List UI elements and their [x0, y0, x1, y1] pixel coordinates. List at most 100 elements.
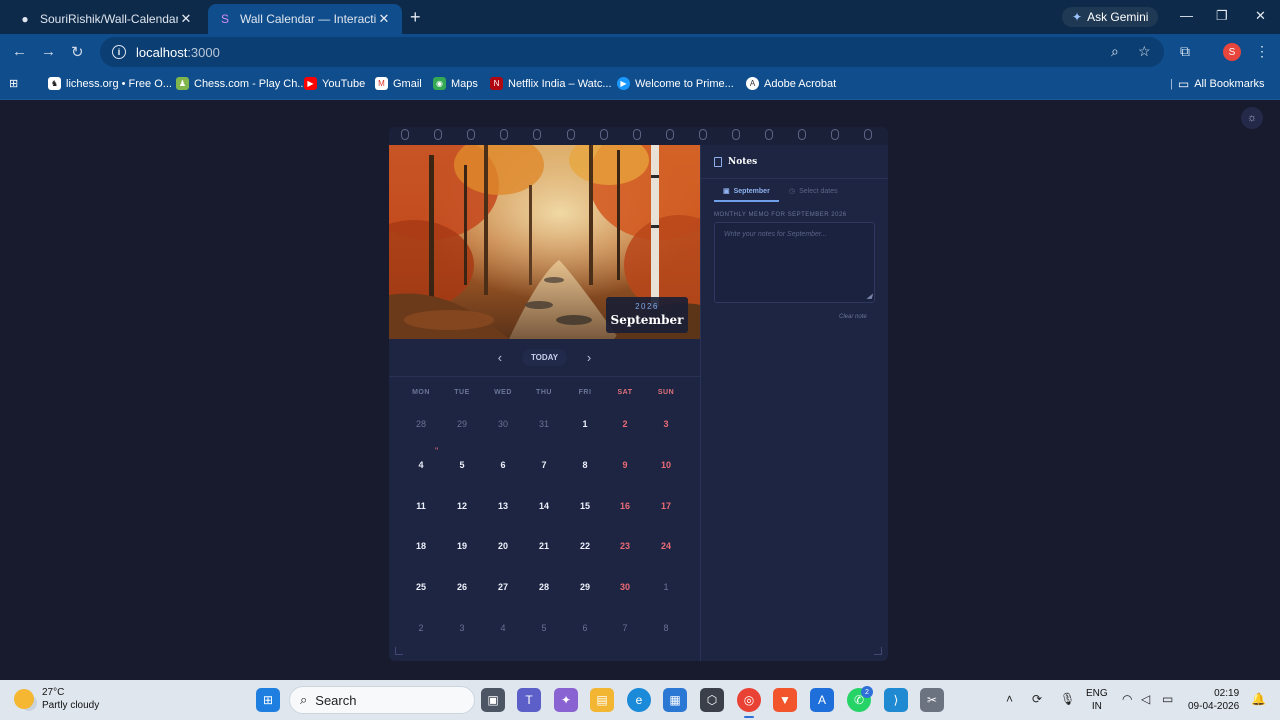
back-icon[interactable]: ←: [12, 43, 27, 60]
day-cell[interactable]: 14: [524, 501, 564, 511]
windows-start-icon[interactable]: ⊞: [256, 688, 280, 712]
bookmark-prime[interactable]: ▶ Welcome to Prime...: [617, 77, 734, 90]
day-cell[interactable]: 26: [442, 582, 482, 592]
bookmark-youtube[interactable]: ▶ YouTube: [304, 77, 365, 90]
day-cell[interactable]: 8: [646, 623, 686, 633]
file-explorer-icon[interactable]: ▤: [590, 688, 614, 712]
ask-gemini-button[interactable]: ✦ Ask Gemini: [1062, 7, 1159, 27]
new-tab-button[interactable]: +: [410, 7, 421, 28]
bookmark-lichess[interactable]: ♞ lichess.org • Free O...: [48, 77, 172, 90]
task-view-icon[interactable]: ▣: [481, 688, 505, 712]
menu-dots-icon[interactable]: ⋮: [1255, 43, 1269, 60]
zoom-icon[interactable]: ⌕: [1111, 43, 1119, 60]
day-cell[interactable]: 11: [401, 501, 441, 511]
day-cell[interactable]: 28: [524, 582, 564, 592]
window-close-icon[interactable]: ✕: [1255, 8, 1266, 24]
day-cell[interactable]: 30: [605, 582, 645, 592]
day-cell[interactable]: 12: [442, 501, 482, 511]
day-cell[interactable]: 4: [483, 623, 523, 633]
language-indicator[interactable]: ENG IN: [1086, 687, 1108, 713]
site-info-icon[interactable]: i: [112, 45, 126, 59]
sync-icon[interactable]: ⟳: [1032, 692, 1042, 706]
minimize-icon[interactable]: —: [1180, 8, 1193, 23]
snipping-tool-icon[interactable]: ✂: [920, 688, 944, 712]
day-cell[interactable]: 10: [646, 460, 686, 470]
weather-widget[interactable]: 27°C Partly cloudy: [14, 686, 99, 712]
day-cell[interactable]: 7: [605, 623, 645, 633]
day-cell[interactable]: 5: [442, 460, 482, 470]
day-cell[interactable]: 23: [605, 541, 645, 551]
bookmark-acrobat[interactable]: A Adobe Acrobat: [746, 77, 836, 90]
close-icon[interactable]: ✕: [178, 11, 194, 27]
day-cell[interactable]: 9: [605, 460, 645, 470]
day-cell[interactable]: 1: [646, 582, 686, 592]
day-cell[interactable]: 13: [483, 501, 523, 511]
day-cell[interactable]: 3: [442, 623, 482, 633]
chevron-left-icon[interactable]: ‹: [492, 350, 508, 365]
bookmark-star-icon[interactable]: ☆: [1138, 43, 1151, 60]
wifi-icon[interactable]: ◠: [1122, 692, 1132, 706]
bookmark-gmail[interactable]: M Gmail: [375, 77, 422, 90]
edge-icon[interactable]: e: [627, 688, 651, 712]
day-cell[interactable]: 20: [483, 541, 523, 551]
tab-github[interactable]: ● SouriRishik/Wall-Calendar ✕: [8, 4, 204, 34]
day-cell[interactable]: 15: [565, 501, 605, 511]
day-cell[interactable]: 2: [401, 623, 441, 633]
vscode-icon[interactable]: ⟩: [884, 688, 908, 712]
day-cell[interactable]: 5: [524, 623, 564, 633]
day-cell[interactable]: 2: [605, 419, 645, 429]
lens-icon[interactable]: ⧉: [1180, 43, 1190, 60]
all-bookmarks-button[interactable]: | ▭ All Bookmarks: [1170, 77, 1265, 91]
day-cell[interactable]: 3: [646, 419, 686, 429]
chevron-right-icon[interactable]: ›: [581, 350, 597, 365]
copilot-icon[interactable]: ✦: [554, 688, 578, 712]
day-cell[interactable]: 22: [565, 541, 605, 551]
day-cell[interactable]: 18: [401, 541, 441, 551]
apps-grid-icon[interactable]: ⊞: [9, 77, 18, 90]
day-cell[interactable]: 29: [442, 419, 482, 429]
restore-icon[interactable]: ❐: [1216, 8, 1228, 24]
today-button[interactable]: TODAY: [521, 349, 568, 366]
teams-icon[interactable]: T: [517, 688, 541, 712]
battery-icon[interactable]: ▭: [1162, 692, 1173, 706]
close-icon[interactable]: ✕: [376, 11, 392, 27]
day-cell[interactable]: 21: [524, 541, 564, 551]
memo-textarea[interactable]: Write your notes for September... ◢: [714, 222, 875, 303]
day-cell[interactable]: 24: [646, 541, 686, 551]
azure-icon[interactable]: A: [810, 688, 834, 712]
day-cell[interactable]: 17: [646, 501, 686, 511]
chrome-icon[interactable]: ◎: [737, 688, 761, 712]
day-cell[interactable]: 8: [565, 460, 605, 470]
app-cube-icon[interactable]: ⬡: [700, 688, 724, 712]
bookmark-maps[interactable]: ◉ Maps: [433, 77, 478, 90]
system-clock[interactable]: 02:19 09-04-2026: [1188, 687, 1239, 713]
day-cell[interactable]: 6: [565, 623, 605, 633]
day-cell[interactable]: 19: [442, 541, 482, 551]
volume-icon[interactable]: ◁: [1141, 692, 1150, 706]
bookmark-netflix[interactable]: N Netflix India – Watc...: [490, 77, 612, 90]
tab-select-dates[interactable]: ◷ Select dates: [789, 187, 838, 196]
tab-wall-calendar[interactable]: S Wall Calendar — Interactive Da ✕: [208, 4, 402, 34]
day-cell[interactable]: 25: [401, 582, 441, 592]
bookmark-chess-com[interactable]: ♟ Chess.com - Play Ch...: [176, 77, 306, 90]
day-cell[interactable]: 28: [401, 419, 441, 429]
resize-handle-icon[interactable]: ◢: [867, 292, 872, 300]
day-cell[interactable]: 27: [483, 582, 523, 592]
notification-bell-icon[interactable]: 🔔: [1251, 692, 1266, 706]
address-bar[interactable]: i localhost:3000: [100, 37, 1164, 67]
microphone-icon[interactable]: 🎙: [1060, 692, 1075, 706]
day-cell[interactable]: 16: [605, 501, 645, 511]
brave-icon[interactable]: ▼: [773, 688, 797, 712]
day-cell[interactable]: 1: [565, 419, 605, 429]
day-cell[interactable]: 31: [524, 419, 564, 429]
day-cell[interactable]: 29: [565, 582, 605, 592]
theme-toggle-sun-icon[interactable]: ☼: [1241, 107, 1263, 129]
store-icon[interactable]: ▦: [663, 688, 687, 712]
taskbar-search[interactable]: ⌕ Search: [289, 686, 475, 714]
reload-icon[interactable]: ↻: [71, 43, 84, 61]
day-cell[interactable]: 4: [401, 460, 441, 470]
tab-month-memo[interactable]: ▣ September: [723, 187, 770, 196]
chevron-up-icon[interactable]: ˄: [1006, 692, 1013, 706]
day-cell[interactable]: 7: [524, 460, 564, 470]
day-cell[interactable]: 6: [483, 460, 523, 470]
